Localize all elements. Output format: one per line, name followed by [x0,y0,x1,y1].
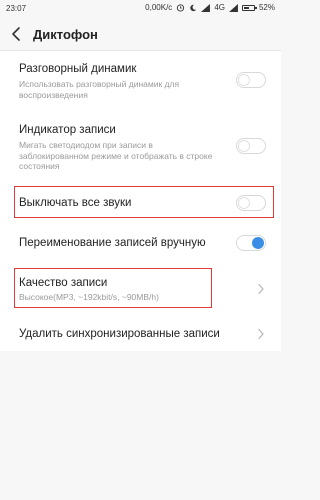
speaker-toggle[interactable] [236,72,266,88]
setting-mute-row[interactable]: Выключать все звуки [0,185,281,219]
setting-subtitle: Высокое(MP3, ~192kbit/s, ~90MB/h) [19,292,159,302]
setting-title: Удалить синхронизированные записи [19,328,220,340]
settings-list: Разговорный динамик Использовать разгово… [0,51,281,351]
chevron-right-icon [258,283,264,295]
setting-indicator-row[interactable]: Индикатор записи Мигать светодиодом при … [0,113,281,171]
moon-icon [190,4,197,11]
alarm-icon [177,4,185,12]
net-speed: 0,00K/c [145,3,173,12]
battery-percent: 52% [258,3,275,12]
signal-icon [201,3,211,12]
setting-title: Качество записи [19,277,108,289]
setting-delete-row[interactable]: Удалить синхронизированные записи [0,319,281,349]
signal-icon-2 [229,3,238,12]
chevron-right-icon [258,328,264,340]
status-time: 23:07 [6,4,27,13]
page-title: Диктофон [33,27,98,42]
toggle-knob [238,140,250,152]
setting-quality-row[interactable]: Качество записи Высокое(MP3, ~192kbit/s,… [0,267,281,311]
setting-rename-row[interactable]: Переименование записей вручную [0,227,281,261]
toggle-knob [238,197,250,209]
chevron-left-icon[interactable] [9,25,25,43]
app-header: Диктофон [0,18,281,50]
network-type: 4G [214,3,225,12]
setting-title: Индикатор записи [19,124,116,136]
toggle-knob [252,237,264,249]
status-icons: 0,00K/c 4G 52% [145,3,275,12]
setting-subtitle: Мигать светодиодом при записи в заблокир… [19,140,213,171]
indicator-toggle[interactable] [236,138,266,154]
setting-speaker-row[interactable]: Разговорный динамик Использовать разгово… [0,57,281,101]
status-bar: 23:07 0,00K/c 4G 52% [0,0,281,18]
setting-title: Разговорный динамик [19,63,137,75]
mute-toggle[interactable] [236,195,266,211]
rename-toggle[interactable] [236,235,266,251]
setting-subtitle: Использовать разговорный динамик для вос… [19,79,180,100]
battery-icon [241,4,257,11]
setting-title: Выключать все звуки [19,197,132,209]
setting-title: Переименование записей вручную [19,237,206,249]
toggle-knob [238,74,250,86]
